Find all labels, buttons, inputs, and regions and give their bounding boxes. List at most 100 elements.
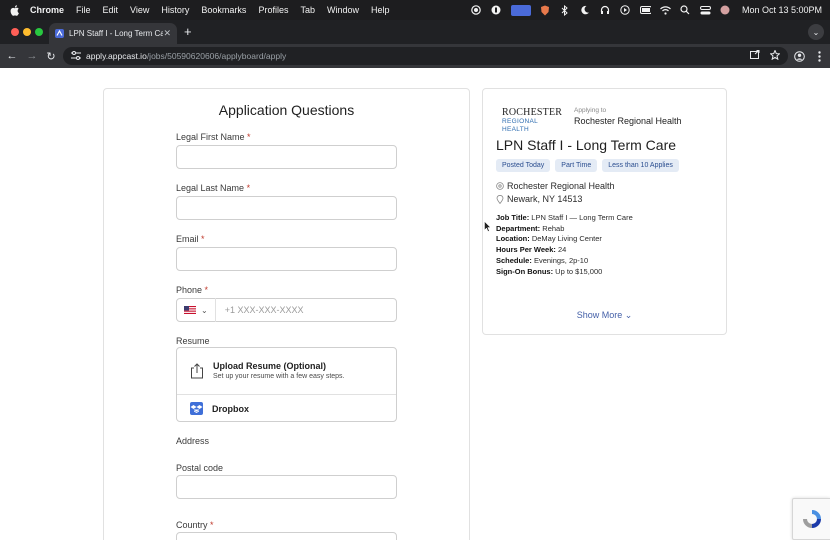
applying-to-label: Applying to [574,107,607,114]
tab-search-icon[interactable]: ⌄ [808,24,824,40]
menu-bookmarks[interactable]: Bookmarks [201,5,246,15]
tab-active[interactable]: LPN Staff I - Long Term Care ✕ [49,23,177,44]
close-window-button[interactable] [11,28,19,36]
tag-posted-today: Posted Today [496,159,551,172]
country-code-chevron-down-icon[interactable]: ⌄ [201,306,208,315]
brave-icon[interactable] [540,5,551,16]
forward-icon[interactable]: → [25,49,39,63]
upload-resume-subtitle: Set up your resume with a few easy steps… [213,373,345,380]
form-title: Application Questions [218,102,355,118]
bluetooth-icon[interactable] [560,4,571,16]
dropbox-button[interactable]: Dropbox [177,395,396,423]
detail-schedule: Schedule: Evenings, 2p-10 [496,255,589,265]
last-name-input[interactable] [176,196,397,220]
job-location: Newark, NY 14513 [507,194,583,204]
minimize-window-button[interactable] [23,28,31,36]
reload-icon[interactable]: ↻ [44,49,58,63]
control-center-icon[interactable] [699,5,711,16]
resume-upload-box: Upload Resume (Optional) Set up your res… [176,347,397,422]
tab-title: LPN Staff I - Long Term Care [69,29,164,38]
more-menu-icon[interactable] [812,49,826,63]
chevron-down-icon: ⌄ [624,310,633,320]
country-select[interactable] [176,532,397,540]
back-icon[interactable]: ← [5,49,19,63]
upload-resume-button[interactable]: Upload Resume (Optional) Set up your res… [177,348,396,395]
menu-chrome[interactable]: Chrome [30,5,64,15]
address-bar[interactable]: apply.appcast.io/jobs/50590620606/applyb… [63,47,788,65]
battery-icon[interactable] [639,5,651,16]
site-settings-icon[interactable] [71,50,81,62]
postal-code-input[interactable] [176,475,397,499]
upload-icon [190,363,204,379]
new-tab-button[interactable]: + [184,24,192,39]
location-row: Newark, NY 14513 [496,194,582,204]
detail-location: Location: DeMay Living Center [496,234,602,244]
zoom-window-button[interactable] [35,28,43,36]
phone-placeholder: +1 XXX-XXX-XXXX [224,305,304,315]
address-label: Address [176,436,210,446]
browser-toolbar: ← → ↻ apply.appcast.io/jobs/50590620606/… [0,44,830,68]
application-form: Application Questions Legal First Name *… [103,88,470,540]
status-icons: Mon Oct 13 5:00PM [471,0,822,20]
last-name-label: Legal Last Name * [176,183,251,193]
job-tags: Posted Today Part Time Less than 10 Appl… [496,159,679,172]
clock[interactable]: Mon Oct 13 5:00PM [742,5,822,15]
wifi-icon[interactable] [660,5,671,16]
divider [214,298,216,322]
siri-icon[interactable] [720,5,731,16]
detail-job-title: Job Title: LPN Staff I — Long Term Care [496,213,633,222]
headphones-icon[interactable] [600,5,611,16]
email-label: Email * [176,234,205,244]
play-icon[interactable] [620,5,631,16]
job-summary-card: ROCHESTER REGIONAL HEALTH Applying to Ro… [482,88,727,335]
phone-input[interactable]: ⌄ +1 XXX-XXX-XXXX [176,298,397,322]
tag-applies-count: Less than 10 Applies [602,159,679,172]
screen-share-icon[interactable] [510,4,531,16]
menu-tab[interactable]: Tab [300,5,315,15]
upload-resume-title: Upload Resume (Optional) [213,361,327,371]
postal-code-label: Postal code [176,463,224,473]
apple-icon[interactable] [10,4,20,16]
recaptcha-badge[interactable] [792,498,830,540]
menu-history[interactable]: History [161,5,189,15]
us-flag-icon[interactable] [184,306,196,314]
location-pin-icon [496,195,504,204]
email-input[interactable] [176,247,397,271]
mouse-cursor-icon [484,219,492,232]
install-app-icon[interactable] [750,50,760,62]
company-row: Rochester Regional Health [496,181,615,191]
spotlight-search-icon[interactable] [680,5,691,16]
country-label: Country * [176,520,214,530]
tab-strip: LPN Staff I - Long Term Care ✕ + ⌄ [0,20,830,44]
tag-part-time: Part Time [555,159,598,172]
menu-view[interactable]: View [130,5,149,15]
mac-menu-bar: Chrome File Edit View History Bookmarks … [0,0,830,20]
moon-icon[interactable] [580,5,591,16]
menu-edit[interactable]: Edit [103,5,119,15]
first-name-label: Legal First Name * [176,132,251,142]
menu-profiles[interactable]: Profiles [258,5,288,15]
menu-help[interactable]: Help [371,5,390,15]
menu-window[interactable]: Window [327,5,359,15]
building-icon [496,182,504,190]
dropbox-label: Dropbox [212,404,249,414]
phone-label: Phone * [176,285,209,295]
appcast-favicon-icon [55,29,64,38]
page-content: Application Questions Legal First Name *… [0,68,830,540]
resume-label: Resume [176,336,210,346]
employer-name: Rochester Regional Health [574,116,682,126]
detail-department: Department: Rehab [496,223,565,233]
bookmark-star-icon[interactable] [769,49,781,62]
company-name: Rochester Regional Health [507,181,615,191]
profile-icon[interactable] [792,49,806,63]
url-path: /jobs/50590620606/applyboard/apply [146,51,287,61]
job-details: Job Title: LPN Staff I — Long Term Care … [496,213,633,277]
record-icon[interactable] [471,5,482,16]
rochester-regional-health-logo: ROCHESTER REGIONAL HEALTH [502,107,563,134]
tab-close-icon[interactable]: ✕ [163,28,171,39]
first-name-input[interactable] [176,145,397,169]
detail-bonus: Sign-On Bonus: Up to $15,000 [496,266,603,276]
show-more-button[interactable]: Show More ⌄ [483,310,726,321]
password-icon[interactable] [491,5,502,16]
menu-file[interactable]: File [76,5,91,15]
